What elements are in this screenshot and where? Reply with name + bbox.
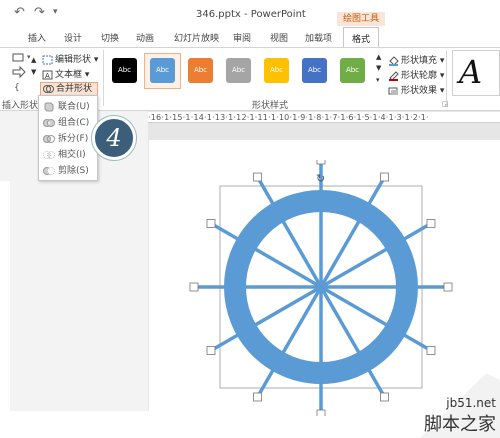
resize-handle[interactable] [206, 346, 216, 355]
rotate-handle[interactable]: ↻ [316, 172, 325, 185]
resize-handle[interactable] [316, 409, 326, 416]
watermark: jb51.net 脚本之家 [424, 396, 496, 436]
resize-handle[interactable] [206, 219, 216, 228]
document-title: 346.pptx - PowerPoint [196, 9, 306, 20]
merge-shapes-label: 合并形状 [56, 84, 93, 94]
textbox-icon: A [42, 70, 53, 80]
shape-style-swatch[interactable]: Abc [340, 58, 365, 83]
edit-shape-icon [42, 55, 53, 64]
menu-item-fragment[interactable]: 拆分(F) [43, 131, 88, 145]
resize-handle[interactable] [380, 172, 389, 182]
tab-slideshow[interactable]: 幻灯片放映 [174, 31, 219, 44]
paint-bucket-icon [389, 55, 399, 66]
merge-shapes-button[interactable]: 合并形状 ▾ [40, 82, 98, 106]
menu-item-union[interactable]: 联合(U) [43, 99, 90, 113]
step-number-badge: 4 [92, 116, 136, 160]
resize-handle[interactable] [253, 392, 262, 402]
shape-styles-group-label: 形状样式 [252, 101, 289, 111]
tab-review[interactable]: 审阅 [233, 31, 251, 44]
thumbnail-pane-strip [0, 181, 10, 411]
resize-handle[interactable] [253, 172, 262, 182]
menu-item-intersect-label: 相交(I) [58, 150, 86, 160]
menu-item-subtract[interactable]: 剪除(S) [43, 163, 89, 177]
merge-shapes-icon [43, 84, 54, 93]
resize-handle[interactable] [443, 282, 453, 292]
wheel-shape-group[interactable]: ↻ [185, 160, 455, 416]
textbox-label: 文本框 [55, 70, 83, 80]
tab-animations[interactable]: 动画 [136, 31, 154, 44]
wordart-glyph: A [459, 53, 483, 91]
edit-shape-label: 编辑形状 [55, 55, 92, 65]
shape-fill-button[interactable]: 形状填充 ▾ [388, 53, 444, 66]
tab-transitions[interactable]: 切换 [101, 31, 119, 44]
redo-icon[interactable]: ↷ [34, 5, 45, 20]
horizontal-ruler: ·16·1·15·1·14·1·13·1·12·1·11·1·10·1·9·1·… [148, 112, 500, 123]
group-separator [103, 50, 104, 106]
shape-effects-button[interactable]: 形状效果 ▾ [388, 83, 444, 96]
pen-outline-icon [389, 70, 399, 81]
style-scroll-up[interactable]: ▲ [376, 53, 381, 61]
edit-shape-button[interactable]: 编辑形状 ▾ [42, 52, 98, 65]
resize-handle[interactable] [380, 392, 389, 402]
shape-effects-label: 形状效果 [401, 86, 438, 96]
subtract-icon [43, 166, 55, 175]
watermark-url: jb51.net [446, 396, 496, 410]
shape-fill-label: 形状填充 [401, 56, 438, 66]
menu-item-fragment-label: 拆分(F) [58, 134, 89, 144]
shape-outline-label: 形状轮廓 [401, 71, 438, 81]
shape-style-swatch[interactable]: Abc [264, 58, 289, 83]
group-separator [446, 50, 447, 106]
watermark-name: 脚本之家 [424, 414, 496, 435]
textbox-button[interactable]: A 文本框 ▾ [42, 67, 89, 80]
style-scroll-down[interactable]: ▼ [376, 64, 381, 72]
shape-style-swatch[interactable]: Abc [112, 58, 137, 83]
shape-style-swatch[interactable]: Abc [188, 58, 213, 83]
svg-text:↻: ↻ [316, 172, 325, 185]
union-icon [44, 102, 54, 111]
ribbon-tabs: 插入 设计 切换 动画 幻灯片放映 审阅 视图 加载项 格式 [0, 27, 500, 47]
resize-handle[interactable] [426, 346, 436, 355]
tab-format[interactable]: 格式 [343, 27, 380, 47]
title-bar: ↶ ↷ ▾ 346.pptx - PowerPoint 绘图工具 [0, 0, 500, 26]
gallery-scroll-down[interactable]: ▼ [31, 68, 36, 76]
shape-style-swatch[interactable]: Abc [150, 58, 175, 83]
svg-text:A: A [45, 72, 50, 80]
insert-shapes-group-label: 插入形状 [2, 101, 39, 111]
drawing-tools-label: 绘图工具 [337, 12, 385, 26]
resize-handle[interactable] [316, 160, 326, 165]
style-gallery-more[interactable]: ▾ [376, 76, 380, 84]
fragment-icon [43, 134, 55, 143]
resize-handle[interactable] [189, 282, 199, 292]
undo-icon[interactable]: ↶ [14, 5, 25, 20]
svg-text:{: { [14, 83, 20, 93]
menu-item-combine[interactable]: 组合(C) [43, 115, 89, 129]
menu-item-intersect[interactable]: 相交(I) [43, 147, 86, 161]
shape-style-swatch[interactable]: Abc [302, 58, 327, 83]
gallery-scroll-up[interactable]: ▲ [31, 56, 36, 64]
intersect-icon [43, 150, 55, 159]
tab-view[interactable]: 视图 [270, 31, 288, 44]
resize-handle[interactable] [426, 219, 436, 228]
combine-icon [43, 118, 55, 127]
shape-style-swatch[interactable]: Abc [226, 58, 251, 83]
effects-icon [388, 87, 398, 95]
tab-design[interactable]: 设计 [64, 31, 82, 44]
menu-item-union-label: 联合(U) [58, 102, 90, 112]
menu-item-combine-label: 组合(C) [58, 118, 90, 128]
wordart-preview[interactable]: A [452, 50, 500, 96]
merge-shapes-menu: 联合(U) 组合(C) 拆分(F) 相交(I) 剪除(S) [38, 95, 98, 181]
menu-item-subtract-label: 剪除(S) [58, 166, 89, 176]
customize-qat-icon[interactable]: ▾ [53, 7, 58, 17]
tab-insert[interactable]: 插入 [28, 31, 46, 44]
tab-addins[interactable]: 加载项 [305, 31, 332, 44]
shape-outline-button[interactable]: 形状轮廓 ▾ [388, 68, 444, 81]
